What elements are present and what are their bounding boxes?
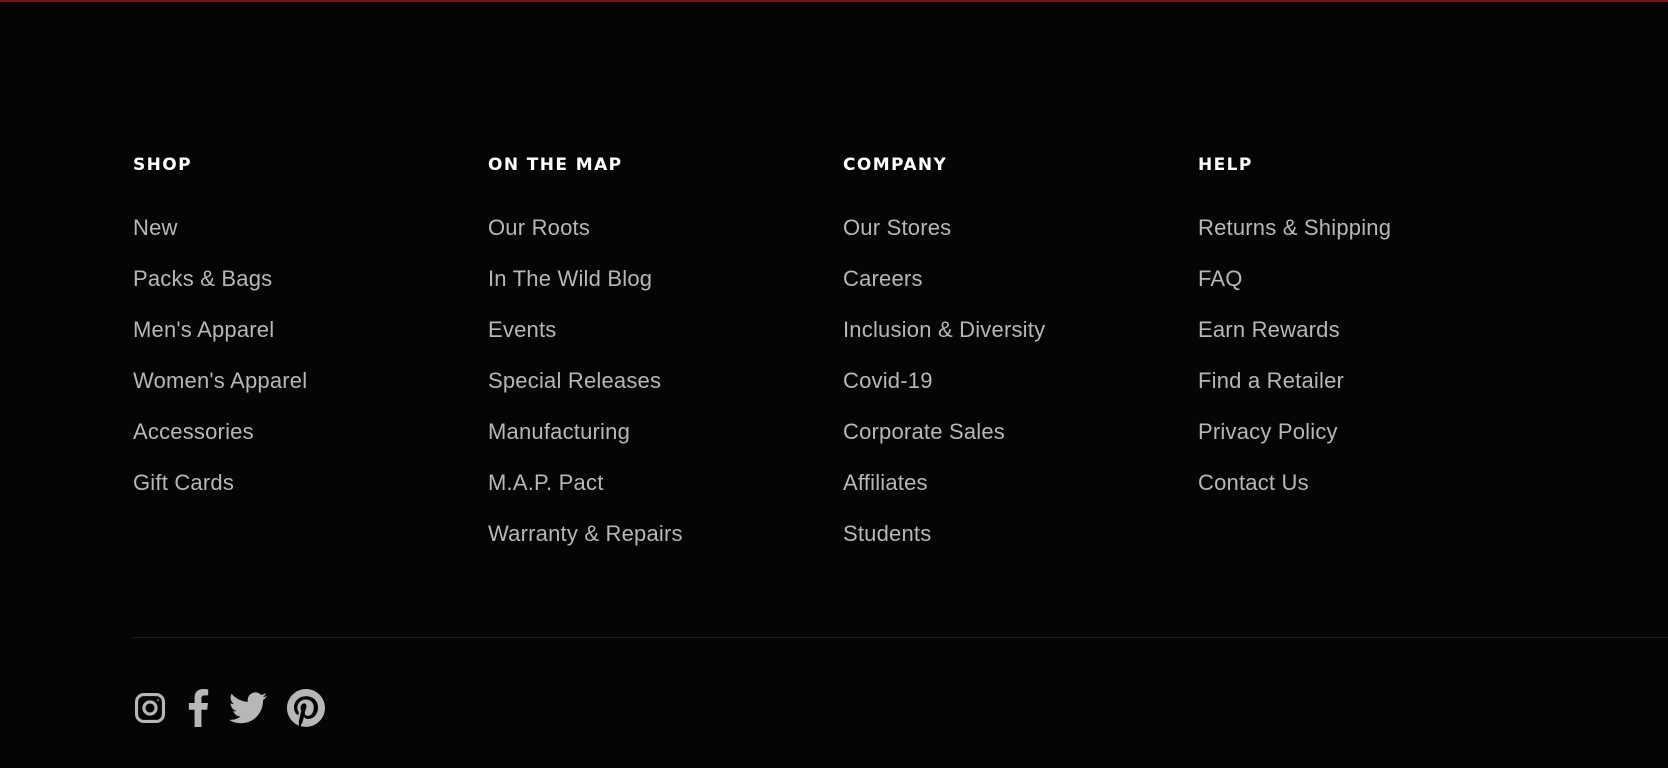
footer-column-help: HELP Returns & Shipping FAQ Earn Rewards… (1198, 154, 1553, 573)
list-item: Covid-19 (843, 369, 1198, 420)
footer-link-in-the-wild-blog[interactable]: In The Wild Blog (488, 266, 652, 291)
pinterest-link[interactable] (287, 688, 325, 728)
footer-column-shop: SHOP New Packs & Bags Men's Apparel Wome… (133, 154, 488, 573)
facebook-icon (188, 689, 209, 727)
list-item: Gift Cards (133, 471, 488, 522)
list-item: Women's Apparel (133, 369, 488, 420)
footer-link-warranty-repairs[interactable]: Warranty & Repairs (488, 521, 683, 546)
list-item: Contact Us (1198, 471, 1553, 522)
list-item: Our Roots (488, 216, 843, 267)
footer-link-events[interactable]: Events (488, 317, 556, 342)
list-item: Manufacturing (488, 420, 843, 471)
list-item: Privacy Policy (1198, 420, 1553, 471)
footer-link-faq[interactable]: FAQ (1198, 266, 1243, 291)
list-item: Corporate Sales (843, 420, 1198, 471)
footer-link-covid-19[interactable]: Covid-19 (843, 368, 933, 393)
footer-link-gift-cards[interactable]: Gift Cards (133, 470, 234, 495)
footer-column-company: COMPANY Our Stores Careers Inclusion & D… (843, 154, 1198, 573)
column-heading: COMPANY (843, 155, 948, 175)
footer-link-affiliates[interactable]: Affiliates (843, 470, 928, 495)
footer-link-manufacturing[interactable]: Manufacturing (488, 419, 630, 444)
list-item: Returns & Shipping (1198, 216, 1553, 267)
list-item: In The Wild Blog (488, 267, 843, 318)
footer-column-on-the-map: ON THE MAP Our Roots In The Wild Blog Ev… (488, 154, 843, 573)
footer-link-corporate-sales[interactable]: Corporate Sales (843, 419, 1005, 444)
footer-link-earn-rewards[interactable]: Earn Rewards (1198, 317, 1340, 342)
column-links: Our Roots In The Wild Blog Events Specia… (488, 216, 843, 573)
footer-link-find-a-retailer[interactable]: Find a Retailer (1198, 368, 1344, 393)
column-heading: ON THE MAP (488, 155, 623, 175)
list-item: Events (488, 318, 843, 369)
footer-link-accessories[interactable]: Accessories (133, 419, 254, 444)
footer-link-contact-us[interactable]: Contact Us (1198, 470, 1309, 495)
footer-link-special-releases[interactable]: Special Releases (488, 368, 661, 393)
instagram-link[interactable] (133, 688, 167, 728)
list-item: Accessories (133, 420, 488, 471)
twitter-icon (229, 692, 267, 724)
list-item: Our Stores (843, 216, 1198, 267)
column-links: New Packs & Bags Men's Apparel Women's A… (133, 216, 488, 522)
twitter-link[interactable] (229, 688, 267, 728)
list-item: FAQ (1198, 267, 1553, 318)
footer-link-returns-shipping[interactable]: Returns & Shipping (1198, 215, 1391, 240)
column-heading: SHOP (133, 155, 192, 175)
list-item: Inclusion & Diversity (843, 318, 1198, 369)
list-item: Affiliates (843, 471, 1198, 522)
column-links: Our Stores Careers Inclusion & Diversity… (843, 216, 1198, 573)
footer-link-inclusion-diversity[interactable]: Inclusion & Diversity (843, 317, 1045, 342)
footer-link-our-stores[interactable]: Our Stores (843, 215, 951, 240)
footer-link-womens-apparel[interactable]: Women's Apparel (133, 368, 307, 393)
list-item: Careers (843, 267, 1198, 318)
footer-link-students[interactable]: Students (843, 521, 931, 546)
footer-link-privacy-policy[interactable]: Privacy Policy (1198, 419, 1338, 444)
list-item: Warranty & Repairs (488, 522, 843, 573)
footer-link-mens-apparel[interactable]: Men's Apparel (133, 317, 274, 342)
list-item: Packs & Bags (133, 267, 488, 318)
facebook-link[interactable] (187, 688, 209, 728)
footer-divider (133, 637, 1668, 638)
list-item: Find a Retailer (1198, 369, 1553, 420)
list-item: M.A.P. Pact (488, 471, 843, 522)
column-heading: HELP (1198, 155, 1253, 175)
list-item: New (133, 216, 488, 267)
column-links: Returns & Shipping FAQ Earn Rewards Find… (1198, 216, 1553, 522)
list-item: Students (843, 522, 1198, 573)
list-item: Earn Rewards (1198, 318, 1553, 369)
footer-link-packs-bags[interactable]: Packs & Bags (133, 266, 272, 291)
footer-link-map-pact[interactable]: M.A.P. Pact (488, 470, 604, 495)
social-links (133, 688, 345, 728)
footer-link-new[interactable]: New (133, 215, 178, 240)
footer-link-our-roots[interactable]: Our Roots (488, 215, 590, 240)
footer-columns: SHOP New Packs & Bags Men's Apparel Wome… (133, 154, 1553, 573)
list-item: Special Releases (488, 369, 843, 420)
instagram-icon (134, 692, 166, 724)
pinterest-icon (287, 689, 325, 727)
footer-link-careers[interactable]: Careers (843, 266, 923, 291)
site-footer: SHOP New Packs & Bags Men's Apparel Wome… (0, 2, 1668, 768)
list-item: Men's Apparel (133, 318, 488, 369)
